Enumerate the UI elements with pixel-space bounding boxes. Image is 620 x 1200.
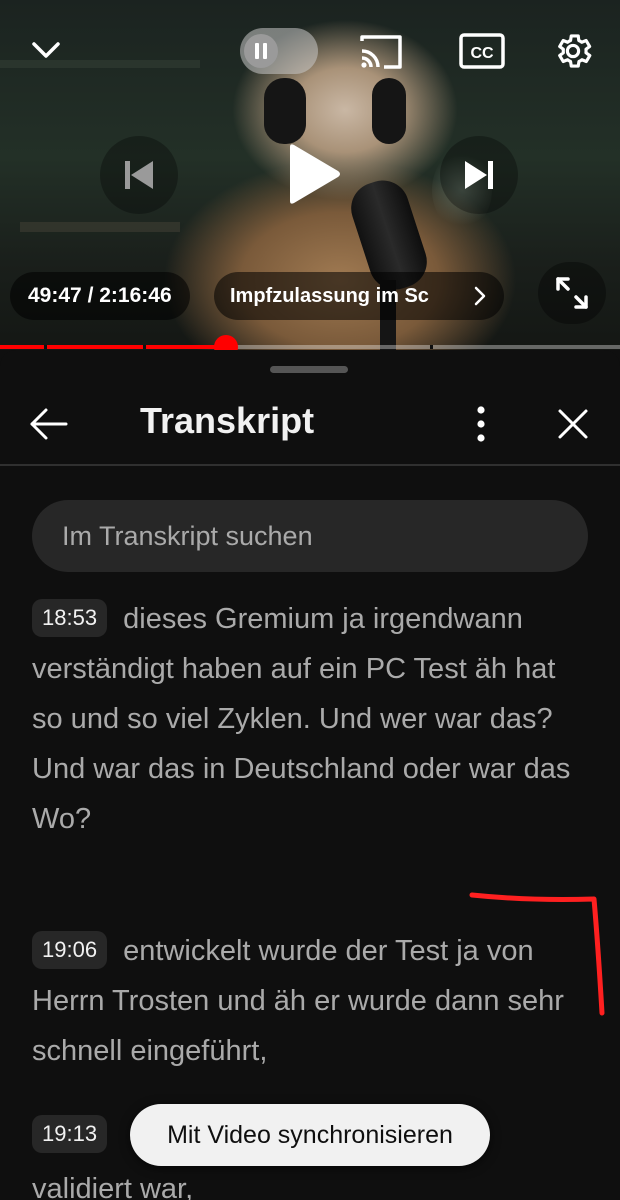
progress-bar-played bbox=[0, 345, 226, 349]
skip-next-icon bbox=[465, 161, 493, 189]
fullscreen-icon bbox=[556, 277, 588, 309]
elapsed-time: 49:47 bbox=[28, 284, 82, 307]
total-duration: 2:16:46 bbox=[99, 284, 172, 307]
cast-icon bbox=[360, 35, 402, 69]
captions-button[interactable]: CC bbox=[454, 28, 510, 74]
close-button[interactable] bbox=[550, 400, 596, 448]
cast-button[interactable] bbox=[352, 28, 408, 74]
transcript-title: Transkript bbox=[140, 400, 315, 441]
svg-text:CC: CC bbox=[470, 45, 494, 62]
segment-text: validiert war, bbox=[32, 1173, 194, 1200]
progress-scrubber-handle[interactable] bbox=[213, 335, 238, 350]
gear-icon bbox=[558, 34, 592, 68]
play-icon bbox=[290, 144, 340, 204]
segment-text: dieses Gremium ja irgendwann verständigt… bbox=[32, 603, 571, 835]
red-pen-annotation bbox=[469, 892, 605, 1016]
progress-bar[interactable] bbox=[0, 335, 620, 350]
pause-icon bbox=[255, 43, 267, 59]
segment-timestamp[interactable]: 19:13 bbox=[32, 1115, 108, 1153]
background-shelf bbox=[20, 222, 180, 232]
skip-previous-icon bbox=[125, 161, 153, 189]
previous-video-button[interactable] bbox=[100, 136, 178, 214]
time-separator: / bbox=[87, 284, 94, 307]
chapter-title: Impfzulassung im Sc bbox=[230, 285, 429, 307]
autoplay-toggle[interactable] bbox=[240, 28, 318, 74]
next-video-button[interactable] bbox=[440, 136, 518, 214]
chevron-down-icon bbox=[32, 42, 60, 58]
chevron-right-icon bbox=[474, 286, 486, 306]
chapter-marker bbox=[44, 345, 47, 349]
more-vertical-icon bbox=[477, 406, 485, 442]
back-button[interactable] bbox=[24, 402, 72, 446]
chapter-marker bbox=[143, 345, 146, 349]
chapter-button[interactable]: Impfzulassung im Sc bbox=[214, 272, 504, 320]
segment-timestamp[interactable]: 18:53 bbox=[32, 599, 108, 637]
transcript-segment[interactable]: 18:53 dieses Gremium ja irgendwann verst… bbox=[32, 594, 592, 844]
autoplay-toggle-knob bbox=[244, 34, 278, 68]
sync-with-video-button[interactable]: Mit Video synchronisieren bbox=[130, 1104, 490, 1166]
chapter-marker bbox=[430, 345, 433, 349]
video-player[interactable]: CC 49:47 / 2:16:46 Impfzulassung im Sc bbox=[0, 0, 620, 350]
collapse-player-button[interactable] bbox=[24, 30, 68, 70]
arrow-left-icon bbox=[30, 408, 68, 440]
settings-button[interactable] bbox=[548, 26, 598, 76]
more-options-button[interactable] bbox=[464, 400, 498, 448]
transcript-panel: Transkript 18:53 dieses Gremium ja irgen… bbox=[0, 350, 620, 1200]
play-button[interactable] bbox=[262, 128, 362, 220]
transcript-search-input[interactable] bbox=[32, 500, 588, 572]
close-icon bbox=[558, 409, 588, 439]
transcript-header: Transkript bbox=[0, 380, 620, 466]
drag-handle[interactable] bbox=[270, 366, 348, 373]
headphones bbox=[372, 78, 406, 144]
segment-timestamp[interactable]: 19:06 bbox=[32, 931, 108, 969]
fullscreen-button[interactable] bbox=[538, 262, 606, 324]
closed-captions-icon: CC bbox=[459, 33, 505, 69]
playback-time[interactable]: 49:47 / 2:16:46 bbox=[10, 272, 190, 320]
